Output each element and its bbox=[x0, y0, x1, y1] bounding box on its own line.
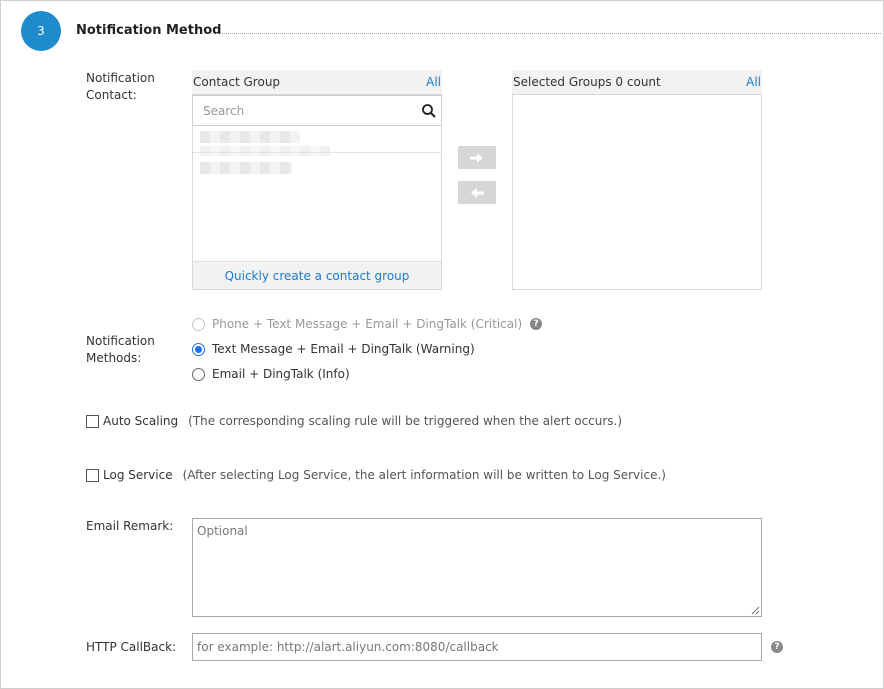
auto-scaling-checkbox[interactable] bbox=[86, 414, 99, 428]
help-icon[interactable]: ? bbox=[771, 641, 783, 653]
selected-groups-select-all[interactable]: All bbox=[746, 70, 761, 94]
selected-groups-header: Selected Groups 0 count All bbox=[512, 70, 762, 94]
contact-group-title: Contact Group bbox=[193, 75, 281, 89]
log-service-checkbox[interactable] bbox=[86, 468, 99, 482]
resize-grip-icon[interactable] bbox=[751, 606, 760, 615]
auto-scaling-option[interactable]: Auto Scaling (The corresponding scaling … bbox=[86, 412, 622, 430]
step-number: 3 bbox=[37, 24, 45, 38]
move-left-button[interactable] bbox=[458, 181, 496, 204]
contact-group-search-input[interactable] bbox=[192, 95, 442, 126]
log-service-note: (After selecting Log Service, the alert … bbox=[182, 468, 666, 482]
contact-group-header: Contact Group All bbox=[192, 70, 442, 94]
list-divider bbox=[193, 152, 441, 153]
arrow-right-icon bbox=[470, 152, 483, 163]
move-right-button[interactable] bbox=[458, 146, 496, 169]
method-label-info[interactable]: Email + DingTalk (Info) bbox=[212, 367, 350, 381]
method-radio-critical bbox=[192, 317, 205, 331]
notification-methods-label-line1: Notification bbox=[86, 334, 155, 348]
method-radio-info[interactable] bbox=[192, 367, 205, 381]
selected-groups-title: Selected Groups 0 count bbox=[513, 75, 661, 89]
method-option-info[interactable]: Email + DingTalk (Info) bbox=[192, 365, 350, 383]
email-remark-textarea[interactable]: Optional bbox=[192, 518, 762, 617]
notification-methods-label-line2: Methods: bbox=[86, 351, 142, 365]
arrow-left-icon bbox=[471, 187, 484, 198]
notification-contact-label-line2: Contact: bbox=[86, 88, 137, 102]
method-label-warning[interactable]: Text Message + Email + DingTalk (Warning… bbox=[212, 342, 475, 356]
help-icon[interactable]: ? bbox=[530, 318, 543, 330]
notification-contact-label-line1: Notification bbox=[86, 71, 155, 85]
quick-create-contact-group-link[interactable]: Quickly create a contact group bbox=[193, 261, 441, 289]
section-divider bbox=[209, 33, 881, 34]
redacted-contact-group-2[interactable] bbox=[200, 162, 292, 174]
notification-methods-label: Notification Methods: bbox=[86, 333, 155, 367]
redacted-contact-group-1[interactable] bbox=[200, 131, 300, 143]
notification-contact-label: Notification Contact: bbox=[86, 70, 155, 104]
search-icon[interactable] bbox=[421, 103, 437, 119]
auto-scaling-note: (The corresponding scaling rule will be … bbox=[188, 414, 623, 428]
method-label-critical: Phone + Text Message + Email + DingTalk … bbox=[212, 317, 523, 331]
http-callback-input[interactable]: for example: http://alart.aliyun.com:808… bbox=[192, 633, 762, 661]
http-callback-label: HTTP CallBack: bbox=[86, 640, 177, 654]
contact-group-select-all[interactable]: All bbox=[426, 70, 441, 94]
step-number-badge: 3 bbox=[21, 11, 61, 51]
method-radio-warning[interactable] bbox=[192, 342, 205, 356]
method-option-critical: Phone + Text Message + Email + DingTalk … bbox=[192, 315, 543, 333]
auto-scaling-label[interactable]: Auto Scaling bbox=[103, 414, 178, 428]
selected-groups-list[interactable] bbox=[512, 94, 762, 290]
email-remark-label: Email Remark: bbox=[86, 519, 174, 533]
email-remark-placeholder: Optional bbox=[197, 524, 248, 538]
redacted-contact-group-1-detail bbox=[200, 146, 330, 156]
http-callback-placeholder: for example: http://alart.aliyun.com:808… bbox=[197, 640, 499, 654]
section-title: Notification Method bbox=[76, 23, 222, 38]
log-service-label[interactable]: Log Service bbox=[103, 468, 173, 482]
method-option-warning[interactable]: Text Message + Email + DingTalk (Warning… bbox=[192, 340, 475, 358]
log-service-option[interactable]: Log Service (After selecting Log Service… bbox=[86, 466, 666, 484]
